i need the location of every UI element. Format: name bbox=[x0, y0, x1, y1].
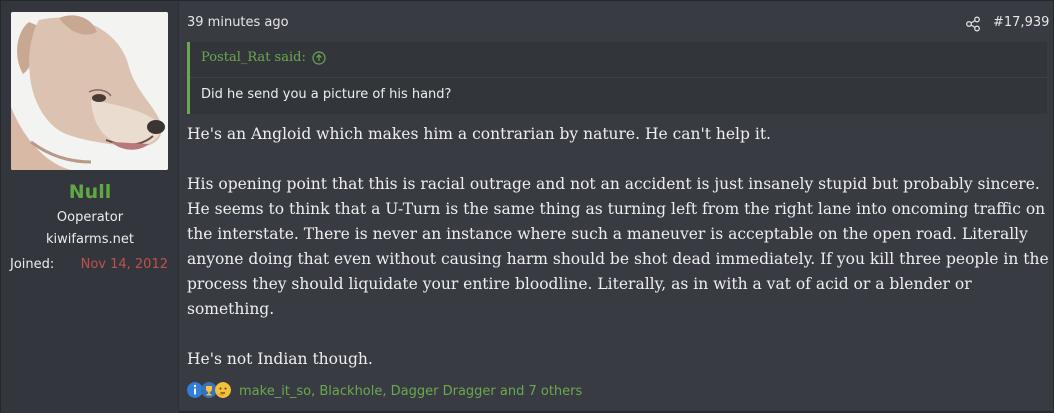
post-timestamp[interactable]: 39 minutes ago bbox=[187, 15, 289, 30]
quote-divider bbox=[190, 77, 1047, 78]
reaction-icons bbox=[187, 382, 237, 400]
reaction-users[interactable]: make_it_so, Blackhole, Dagger Dragger an… bbox=[239, 384, 582, 399]
message-paragraph: His opening point that this is racial ou… bbox=[187, 175, 1049, 318]
arrow-up-circle-icon[interactable] bbox=[312, 50, 326, 65]
quote-block: Postal_Rat said: Did he send you a pictu… bbox=[187, 42, 1047, 114]
username[interactable]: Null bbox=[1, 181, 179, 203]
joined-label: Joined: bbox=[10, 257, 55, 272]
post-main: 39 minutes ago #17,939 Postal_Rat said: … bbox=[179, 1, 1053, 411]
quote-author[interactable]: Postal_Rat said: bbox=[201, 50, 306, 65]
share-icon[interactable] bbox=[965, 16, 981, 32]
dog-avatar-image bbox=[11, 12, 168, 170]
message-body: He's an Angloid which makes him a contra… bbox=[187, 122, 1049, 397]
user-banner: kiwifarms.net bbox=[46, 232, 134, 247]
joined-date: Nov 14, 2012 bbox=[80, 257, 168, 272]
post-container: Null Ooperator kiwifarms.net Joined: Nov… bbox=[0, 0, 1054, 413]
user-panel: Null Ooperator kiwifarms.net Joined: Nov… bbox=[1, 1, 179, 413]
avatar[interactable] bbox=[11, 12, 168, 170]
quote-header[interactable]: Postal_Rat said: bbox=[201, 50, 326, 65]
thinking-icon bbox=[215, 382, 231, 398]
message-paragraph: He's an Angloid which makes him a contra… bbox=[187, 125, 771, 143]
user-title: Ooperator bbox=[56, 210, 124, 225]
reactions-bar[interactable]: make_it_so, Blackhole, Dagger Dragger an… bbox=[187, 382, 582, 400]
quote-text: Did he send you a picture of his hand? bbox=[201, 87, 452, 102]
post-number[interactable]: #17,939 bbox=[993, 15, 1049, 30]
message-paragraph: He's not Indian though. bbox=[187, 350, 373, 368]
